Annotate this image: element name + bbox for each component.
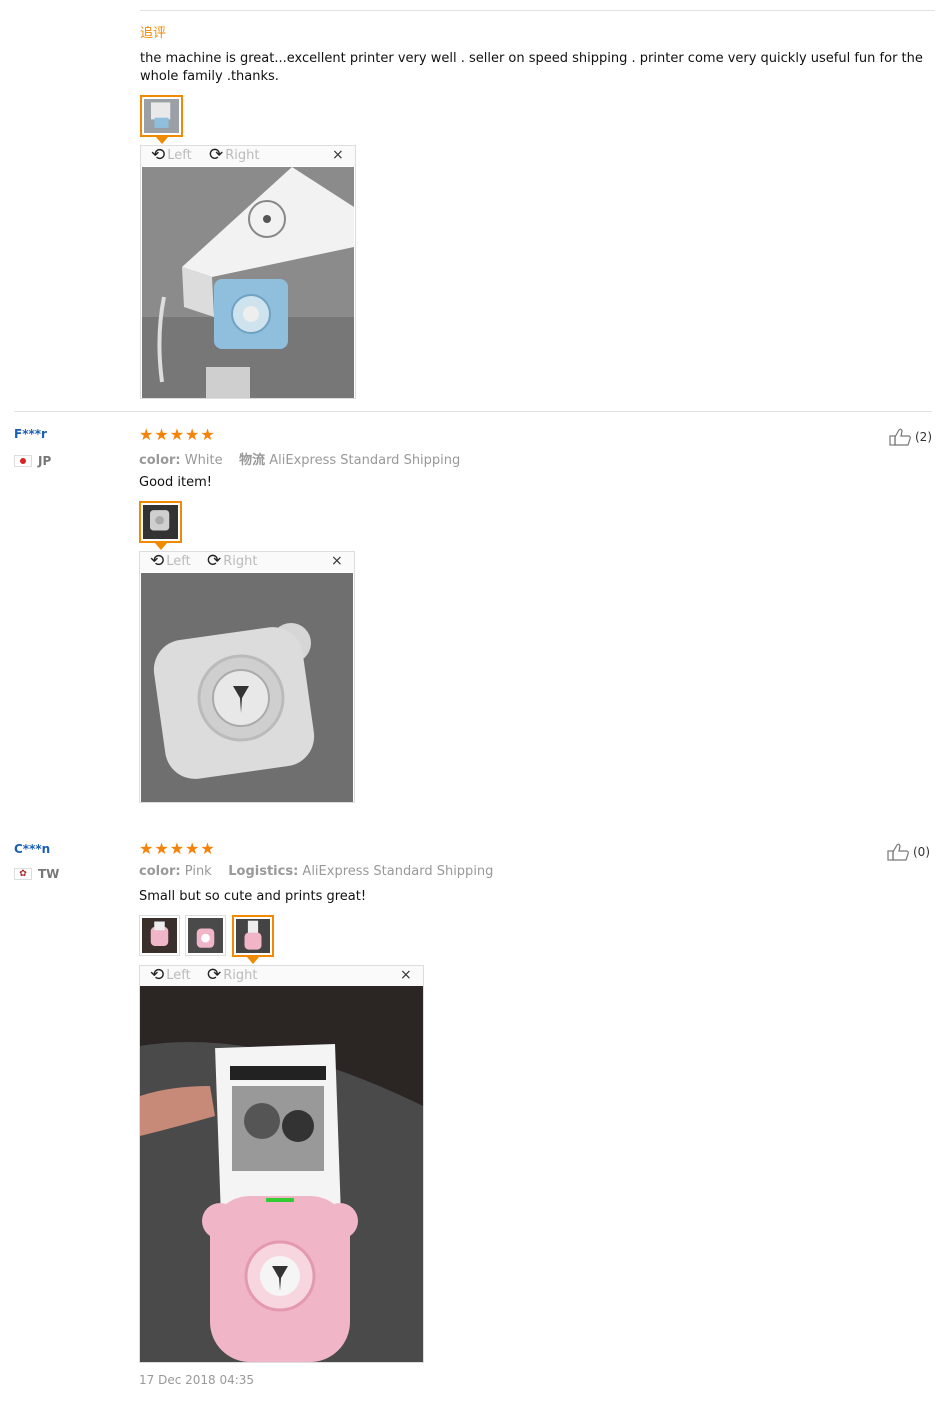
shipping-value: AliExpress Standard Shipping	[269, 453, 461, 468]
helpful-count: (2)	[915, 430, 932, 444]
shipping-value: AliExpress Standard Shipping	[302, 864, 494, 879]
star-icon: ★	[154, 839, 169, 858]
japan-flag-icon	[14, 455, 32, 467]
star-icon: ★	[154, 425, 169, 444]
color-value: Pink	[184, 864, 212, 879]
review-attributes: color: Pink Logistics: AliExpress Standa…	[139, 864, 493, 879]
rotate-left-icon: ⟲	[151, 145, 166, 165]
star-icon: ★	[200, 839, 215, 858]
star-rating: ★ ★ ★ ★ ★	[139, 427, 215, 443]
rotate-right-label: Right	[225, 147, 260, 163]
review-photo-thumbnail[interactable]	[185, 915, 226, 956]
close-icon[interactable]: ×	[332, 147, 344, 163]
star-icon: ★	[169, 839, 185, 858]
divider	[140, 10, 935, 11]
rotate-left-button[interactable]: ⟲ Left	[151, 146, 192, 164]
shipping-label: Logistics:	[228, 864, 299, 879]
viewer-toolbar: ⟲ Left ⟳ Right ×	[140, 966, 423, 986]
rotate-right-button[interactable]: ⟳ Right	[207, 966, 257, 984]
taiwan-flag-icon: ✿	[14, 868, 32, 880]
star-icon: ★	[169, 425, 185, 444]
review-photo	[141, 573, 353, 802]
reviewer-name: C***n	[14, 842, 51, 856]
helpful-button[interactable]: (2)	[889, 428, 932, 446]
rotate-right-button[interactable]: ⟳ Right	[207, 552, 257, 570]
helpful-button[interactable]: (0)	[887, 843, 930, 861]
rotate-right-label: Right	[223, 553, 258, 569]
divider	[14, 411, 932, 412]
rotate-left-icon: ⟲	[150, 965, 165, 985]
photo-viewer: ⟲ Left ⟳ Right ×	[140, 145, 356, 399]
review-attributes: color: White 物流 AliExpress Standard Ship…	[139, 449, 460, 468]
rotate-left-icon: ⟲	[150, 551, 165, 571]
rotate-right-icon: ⟳	[207, 965, 222, 985]
divider	[14, 817, 932, 818]
rotate-right-icon: ⟳	[207, 551, 222, 571]
review-photo-thumbnail[interactable]	[140, 95, 183, 137]
review-photo	[140, 986, 423, 1362]
followup-label: 追评	[140, 26, 167, 41]
country-code: JP	[38, 454, 52, 468]
rotate-left-button[interactable]: ⟲ Left	[150, 966, 191, 984]
rotate-right-label: Right	[223, 967, 258, 983]
review-photo-thumbnail[interactable]	[139, 501, 182, 543]
followup-text: the machine is great...excellent printer…	[140, 51, 923, 84]
star-rating: ★ ★ ★ ★ ★	[139, 841, 215, 857]
shipping-label: 物流	[239, 453, 266, 468]
review-photo-thumbnail[interactable]	[139, 915, 180, 956]
review-photo-thumbnail[interactable]	[232, 915, 274, 957]
reviewer-country: JP	[14, 454, 51, 468]
thumbnail-pointer	[156, 137, 168, 144]
reviewer-country: ✿ TW	[14, 867, 59, 881]
thumbs-up-icon	[887, 843, 909, 861]
color-label: color:	[139, 453, 181, 468]
photo-viewer: ⟲ Left ⟳ Right ×	[139, 551, 355, 803]
color-value: White	[184, 453, 223, 468]
viewer-toolbar: ⟲ Left ⟳ Right ×	[140, 552, 354, 572]
rotate-left-label: Left	[166, 553, 191, 569]
thumbnail-pointer	[155, 543, 167, 550]
thumbnail-pointer	[247, 957, 259, 964]
rotate-left-label: Left	[167, 147, 192, 163]
reviewer-name: F***r	[14, 427, 47, 441]
rotate-left-label: Left	[166, 967, 191, 983]
star-icon: ★	[139, 839, 154, 858]
review-text: Good item!	[139, 475, 212, 490]
helpful-count: (0)	[913, 845, 930, 859]
star-icon: ★	[185, 839, 200, 858]
color-label: color:	[139, 864, 181, 879]
star-icon: ★	[139, 425, 154, 444]
star-icon: ★	[200, 425, 215, 444]
rotate-right-button[interactable]: ⟳ Right	[209, 146, 259, 164]
viewer-toolbar: ⟲ Left ⟳ Right ×	[141, 146, 355, 166]
close-icon[interactable]: ×	[331, 553, 343, 569]
star-icon: ★	[185, 425, 200, 444]
rotate-left-button[interactable]: ⟲ Left	[150, 552, 191, 570]
photo-viewer: ⟲ Left ⟳ Right ×	[139, 965, 424, 1363]
close-icon[interactable]: ×	[400, 967, 412, 983]
review-text: Small but so cute and prints great!	[139, 889, 367, 904]
review-photo	[142, 167, 354, 398]
review-date: 17 Dec 2018 04:35	[139, 1373, 255, 1387]
thumbs-up-icon	[889, 428, 911, 446]
rotate-right-icon: ⟳	[209, 145, 224, 165]
country-code: TW	[38, 867, 60, 881]
